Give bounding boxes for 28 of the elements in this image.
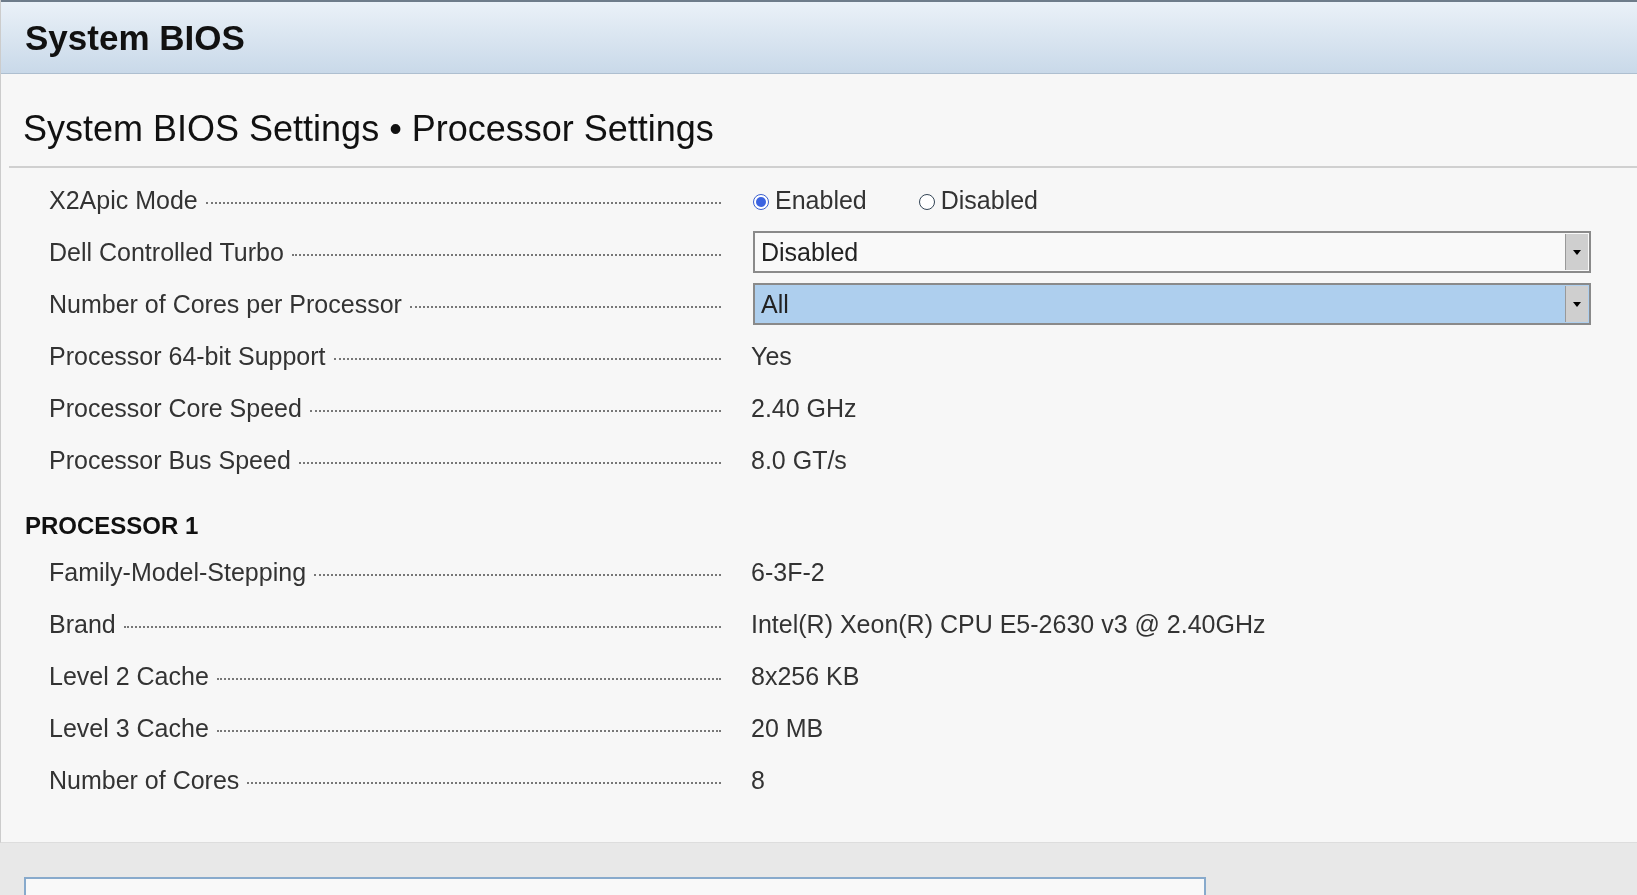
- setting-label: Processor 64-bit Support: [49, 341, 326, 371]
- setting-label: Level 2 Cache: [49, 661, 209, 691]
- setting-label: Brand: [49, 609, 116, 639]
- setting-label: Processor Core Speed: [49, 393, 302, 423]
- setting-value: Yes: [751, 341, 792, 371]
- setting-label: Number of Cores per Processor: [49, 289, 402, 319]
- header-title: System BIOS: [25, 17, 245, 58]
- setting-value: 8.0 GT/s: [751, 445, 847, 475]
- setting-value: 6-3F-2: [751, 557, 825, 587]
- caret-icon: [1573, 301, 1581, 307]
- setting-label: Dell Controlled Turbo: [49, 237, 284, 267]
- setting-value: 20 MB: [751, 713, 824, 743]
- setting-value: 8x256 KB: [751, 661, 860, 691]
- setting-label: Processor Bus Speed: [49, 445, 291, 475]
- setting-value: Intel(R) Xeon(R) CPU E5-2630 v3 @ 2.40GHz: [751, 609, 1266, 639]
- setting-value: 8: [751, 765, 765, 795]
- setting-value: 2.40 GHz: [751, 393, 857, 423]
- radio-option[interactable]: Disabled: [918, 185, 1039, 215]
- setting-label: Level 3 Cache: [49, 713, 209, 743]
- page-title: System BIOS Settings • Processor Settings: [22, 107, 715, 151]
- dropdown[interactable]: Disabled: [753, 231, 1591, 273]
- setting-label: Family-Model-Stepping: [49, 557, 307, 587]
- caret-icon: [1573, 249, 1581, 255]
- setting-label: X2Apic Mode: [49, 185, 198, 215]
- setting-label: Number of Cores: [49, 765, 240, 795]
- radio-option[interactable]: Enabled: [753, 185, 867, 215]
- section-heading: PROCESSOR 1: [25, 511, 200, 541]
- dropdown[interactable]: All: [753, 283, 1591, 325]
